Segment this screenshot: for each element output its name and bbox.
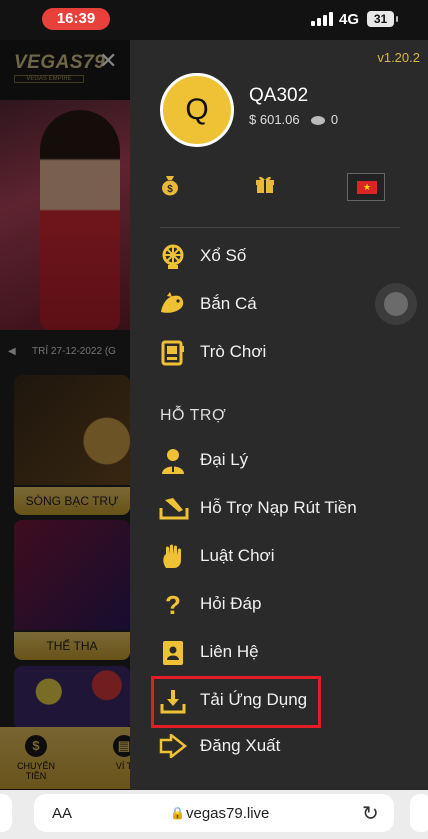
drawer-overlay[interactable] [0, 40, 130, 790]
money-bag-icon[interactable]: $ [160, 174, 180, 201]
balance-row: $ 601.06 0 [249, 112, 338, 127]
status-time: 16:39 [42, 8, 110, 30]
contact-icon [159, 640, 187, 666]
url-text[interactable]: vegas79.live [186, 805, 269, 822]
network-type: 4G [339, 11, 360, 28]
divider [160, 227, 400, 228]
side-drawer: v1.20.2 Q QA302 $ 601.06 0 $ ★ Xổ Số Bắn… [130, 40, 428, 790]
agent-icon [159, 448, 187, 474]
quick-actions: $ ★ [130, 170, 428, 206]
menu-label: Hỏi Đáp [200, 594, 262, 613]
next-tab-stub[interactable] [410, 794, 428, 832]
menu-item-faq[interactable]: ? Hỏi Đáp [130, 584, 428, 626]
rules-hand-icon [159, 544, 187, 570]
battery-icon: 31 [367, 11, 398, 27]
menu-item-rules[interactable]: Luật Chơi [130, 536, 428, 578]
reload-icon[interactable]: ↻ [362, 801, 379, 826]
menu-label: Đại Lý [200, 450, 249, 469]
lottery-wheel-icon [159, 244, 187, 270]
lock-icon: 🔒 [170, 806, 185, 820]
menu-label: Luật Chơi [200, 546, 275, 565]
vietnam-flag-icon[interactable]: ★ [347, 173, 385, 201]
download-app-highlight [151, 676, 321, 728]
menu-item-lottery[interactable]: Xổ Số [130, 236, 428, 278]
star-icon: ★ [357, 181, 377, 194]
menu-item-agent[interactable]: Đại Lý [130, 440, 428, 482]
url-field[interactable]: AA 🔒 vegas79.live ↻ [34, 794, 394, 832]
browser-address-bar: AA 🔒 vegas79.live ↻ [0, 790, 428, 839]
menu-item-logout[interactable]: Đăng Xuất [130, 726, 428, 768]
menu-label: Trò Chơi [200, 342, 267, 361]
app-version: v1.20.2 [377, 50, 420, 65]
cellular-signal-icon [311, 12, 333, 26]
balance-amount: 601.06 [259, 112, 300, 127]
username: QA302 [249, 85, 309, 106]
coin-icon [311, 116, 326, 126]
prev-tab-stub[interactable] [0, 794, 12, 832]
arcade-icon [159, 340, 187, 366]
menu-label: Xổ Số [200, 246, 247, 265]
menu-item-deposit-withdraw[interactable]: Hỗ Trợ Nạp Rút Tiền [130, 488, 428, 530]
dollar-sign: $ [249, 112, 257, 127]
avatar[interactable]: Q [160, 73, 234, 147]
svg-text:$: $ [167, 184, 173, 195]
assistive-touch-button[interactable] [375, 283, 417, 325]
menu-label: Đăng Xuất [200, 736, 281, 755]
logout-icon [159, 732, 188, 760]
menu-label: Liên Hệ [200, 642, 259, 661]
gift-icon[interactable] [254, 174, 276, 199]
coin-count: 0 [330, 112, 339, 127]
menu-item-contact[interactable]: Liên Hệ [130, 632, 428, 674]
question-icon: ? [165, 590, 181, 620]
deposit-withdraw-icon [159, 496, 189, 522]
menu-label: Hỗ Trợ Nạp Rút Tiền [200, 498, 357, 517]
menu-label: Bắn Cá [200, 294, 257, 313]
menu-item-games[interactable]: Trò Chơi [130, 332, 428, 374]
support-section-title: HỖ TRỢ [160, 407, 227, 424]
fish-icon [159, 292, 187, 318]
text-size-button[interactable]: AA [52, 805, 72, 822]
status-bar: 16:39 4G 31 [0, 0, 428, 40]
